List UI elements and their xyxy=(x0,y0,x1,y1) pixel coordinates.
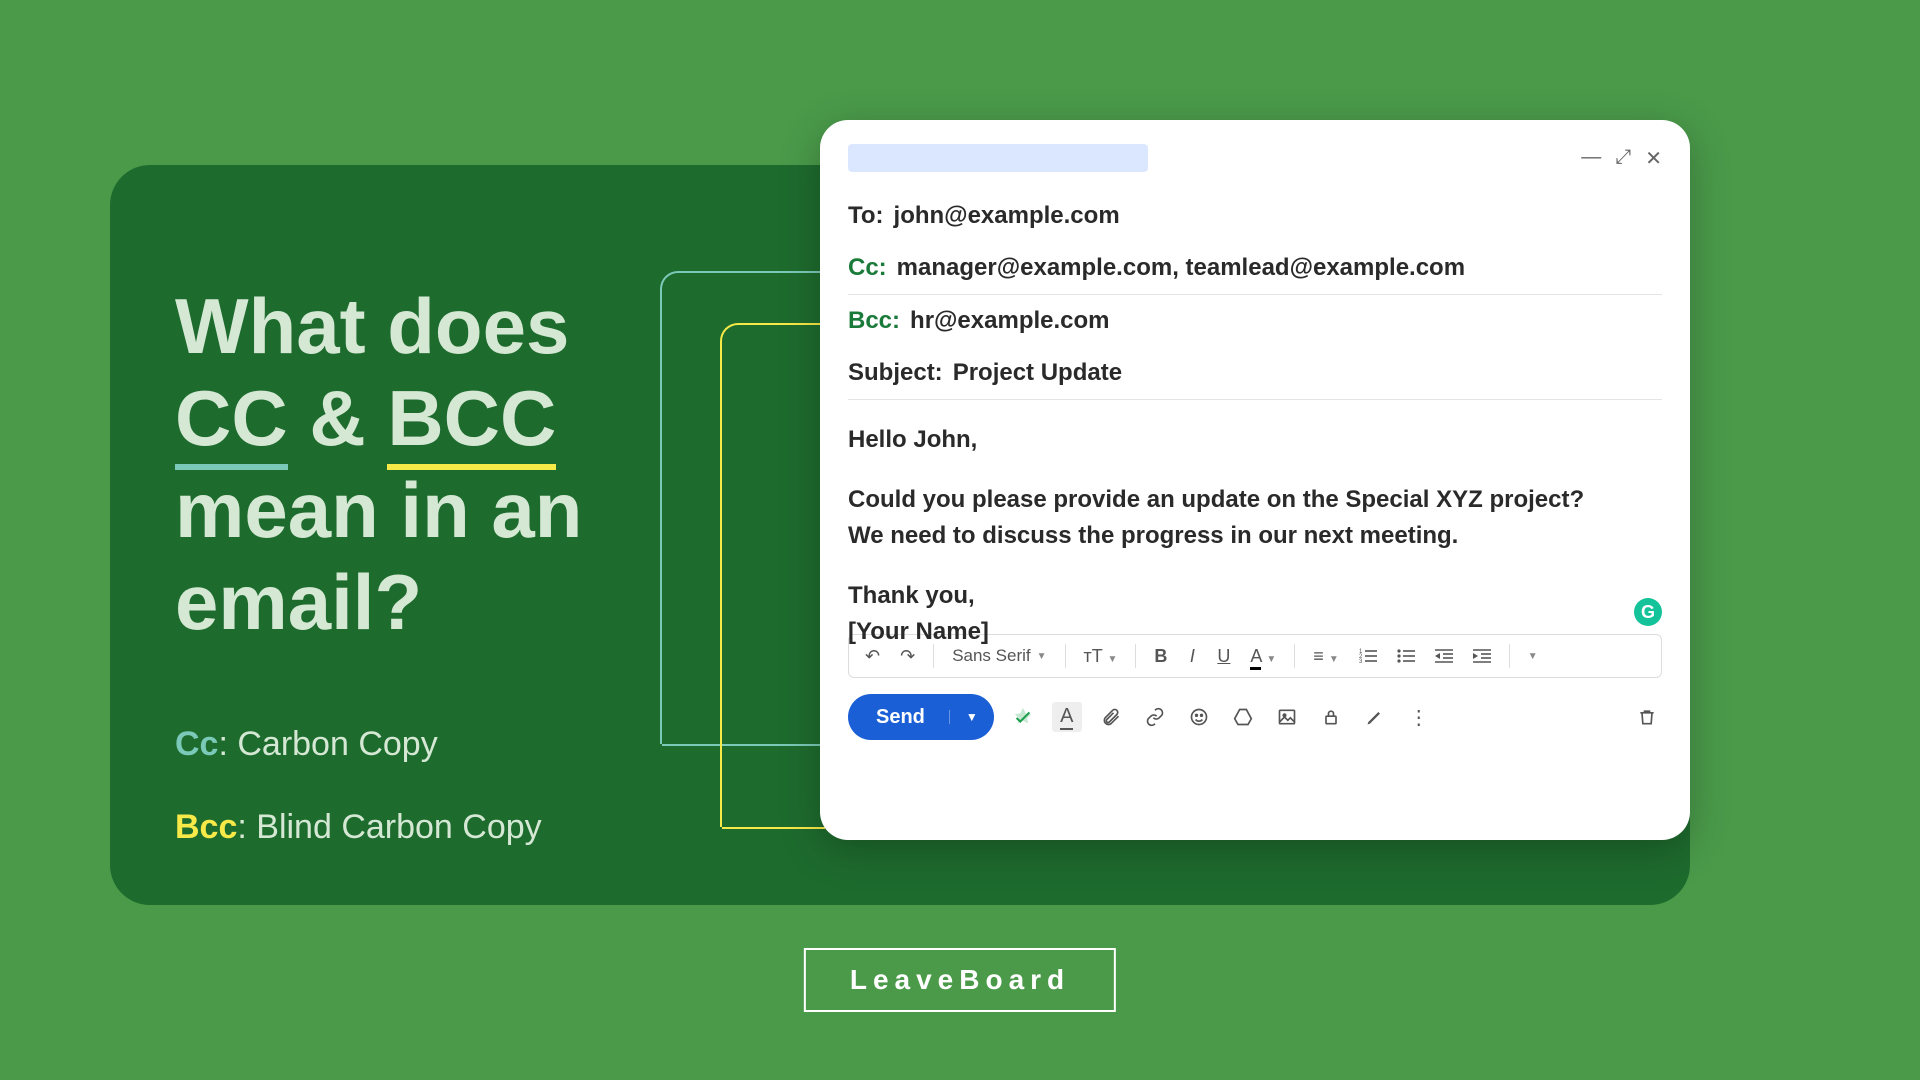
link-icon[interactable] xyxy=(1140,702,1170,732)
compose-body[interactable]: Hello John, Could you please provide an … xyxy=(848,399,1662,634)
compose-window: — ⤢ ✕ To: john@example.com Cc: manager@e… xyxy=(820,120,1690,840)
cc-value: manager@example.com, teamlead@example.co… xyxy=(897,254,1465,282)
headline-amp: & xyxy=(288,374,388,462)
send-button: Send ▼ xyxy=(848,694,994,740)
pen-icon[interactable] xyxy=(1360,702,1390,732)
definition-cc-value: : Carbon Copy xyxy=(218,725,437,763)
definition-bcc: Bcc: Blind Carbon Copy xyxy=(175,808,542,847)
expand-icon[interactable]: ⤢ xyxy=(1615,146,1631,171)
compose-bottom-bar: Send ▼ A ⋮ xyxy=(848,692,1662,742)
text-format-icon[interactable]: A xyxy=(1052,702,1082,732)
headline-line1: What does xyxy=(175,280,582,372)
headline-line3a: mean in an xyxy=(175,464,582,556)
close-icon[interactable]: ✕ xyxy=(1645,146,1662,171)
image-icon[interactable] xyxy=(1272,702,1302,732)
definition-bcc-value: : Blind Carbon Copy xyxy=(237,808,541,846)
subject-label: Subject: xyxy=(848,359,943,387)
spellcheck-icon[interactable] xyxy=(1008,702,1038,732)
to-label: To: xyxy=(848,202,884,230)
headline-line2: CC & BCC xyxy=(175,372,582,464)
minimize-icon[interactable]: — xyxy=(1581,146,1601,171)
body-signature: [Your Name] xyxy=(848,614,1662,650)
chevron-down-icon: ▼ xyxy=(1037,651,1047,662)
cc-field[interactable]: Cc: manager@example.com, teamlead@exampl… xyxy=(848,242,1662,295)
confidential-icon[interactable] xyxy=(1316,702,1346,732)
grammarly-icon[interactable]: G xyxy=(1634,598,1662,626)
definition-bcc-label: Bcc xyxy=(175,808,237,846)
cc-label: Cc: xyxy=(848,254,887,282)
more-options-icon[interactable]: ⋮ xyxy=(1404,702,1434,732)
send-button-more[interactable]: ▼ xyxy=(949,710,994,724)
compose-header: — ⤢ ✕ xyxy=(848,144,1662,172)
body-greeting: Hello John, xyxy=(848,422,1662,458)
body-paragraph: Could you please provide an update on th… xyxy=(848,482,1618,554)
body-thanks: Thank you, xyxy=(848,578,1662,614)
trash-icon[interactable] xyxy=(1632,702,1662,732)
headline: What does CC & BCC mean in an email? xyxy=(175,280,582,648)
definition-cc: Cc: Carbon Copy xyxy=(175,725,438,764)
headline-cc: CC xyxy=(175,374,288,470)
to-field[interactable]: To: john@example.com xyxy=(848,190,1662,242)
emoji-icon[interactable] xyxy=(1184,702,1214,732)
subject-field[interactable]: Subject: Project Update xyxy=(848,347,1662,399)
to-value: john@example.com xyxy=(894,202,1120,230)
attach-icon[interactable] xyxy=(1096,702,1126,732)
subject-value: Project Update xyxy=(953,359,1122,387)
headline-bcc: BCC xyxy=(387,374,556,470)
brand-logo: LeaveBoard xyxy=(804,948,1116,1012)
window-controls: — ⤢ ✕ xyxy=(1581,146,1662,171)
bcc-value: hr@example.com xyxy=(910,307,1109,335)
svg-text:3: 3 xyxy=(1359,659,1363,664)
bcc-label: Bcc: xyxy=(848,307,900,335)
headline-line3b: email? xyxy=(175,556,582,648)
send-button-main[interactable]: Send xyxy=(848,706,949,729)
definition-cc-label: Cc xyxy=(175,725,218,763)
drive-icon[interactable] xyxy=(1228,702,1258,732)
bcc-field[interactable]: Bcc: hr@example.com xyxy=(848,295,1662,347)
subject-preview-chip xyxy=(848,144,1148,172)
